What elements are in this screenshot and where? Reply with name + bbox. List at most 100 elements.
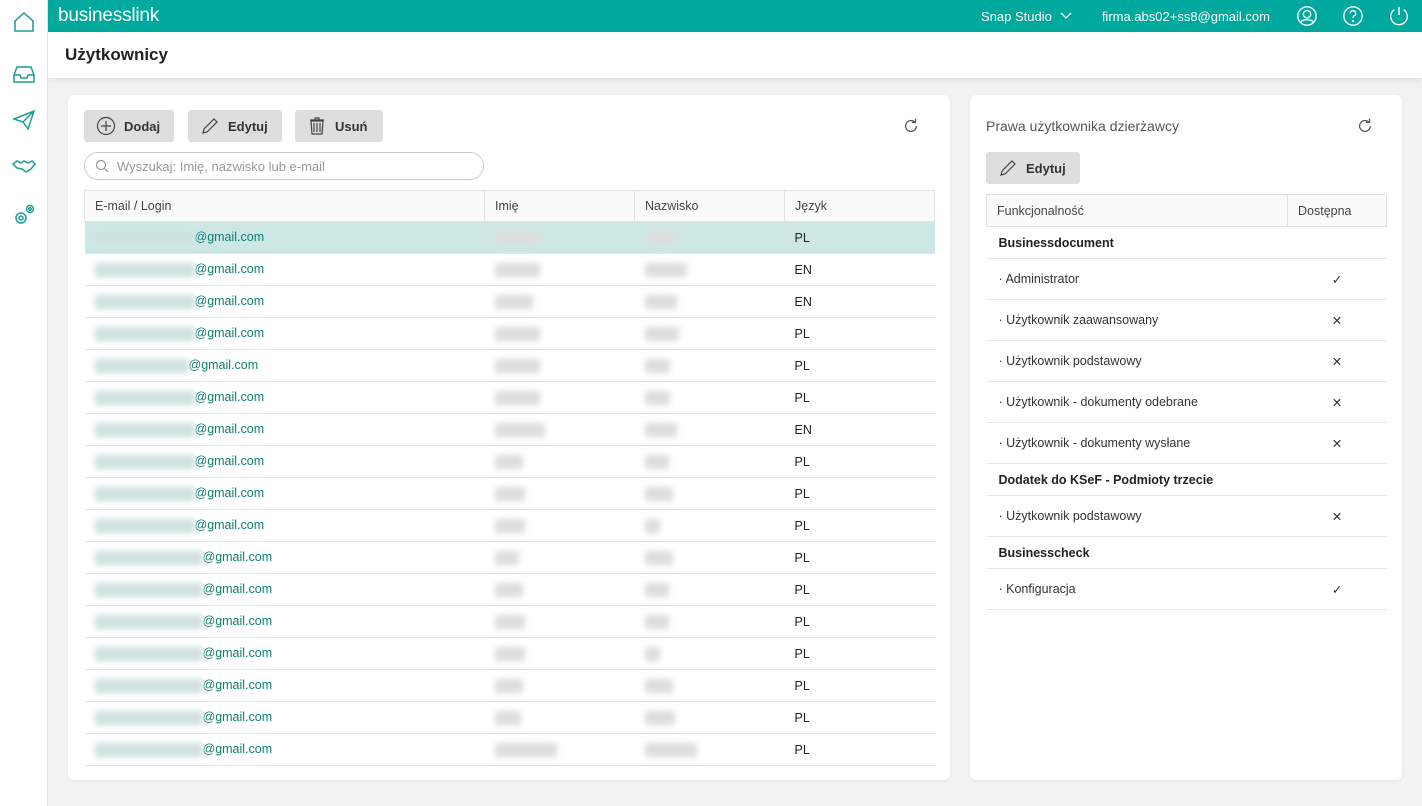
first-name-cell [484, 381, 635, 414]
email-cell[interactable]: @gmail.com [84, 317, 485, 350]
email-domain: @gmail.com [202, 742, 273, 757]
redacted-first-name [494, 262, 540, 277]
email-cell[interactable]: @gmail.com [84, 509, 485, 542]
table-row[interactable]: @gmail.com PL [84, 637, 935, 670]
email-cell[interactable]: @gmail.com [84, 445, 485, 478]
settings-icon[interactable] [12, 203, 36, 227]
email-cell[interactable]: @gmail.com [84, 669, 485, 702]
email-cell[interactable]: @gmail.com [84, 253, 485, 286]
handshake-icon[interactable] [12, 155, 36, 179]
table-row[interactable]: @gmail.com PL [84, 573, 935, 606]
cross-icon: ✕ [1287, 340, 1387, 382]
group-row: Businesscheck [986, 536, 1387, 569]
redacted-first-name [494, 550, 519, 565]
home-icon[interactable] [12, 10, 36, 34]
rights-title: Prawa użytkownika dzierżawcy [986, 118, 1179, 134]
users-table: E-mail / Login Imię Nazwisko Język @gmai… [84, 190, 935, 766]
redacted-first-name [494, 230, 540, 245]
email-cell[interactable]: @gmail.com [84, 701, 485, 734]
refresh-icon[interactable] [902, 117, 920, 135]
search-input[interactable] [117, 158, 457, 174]
redacted-first-name [494, 422, 545, 437]
table-row[interactable]: @gmail.com PL [84, 349, 935, 382]
email-cell[interactable]: @gmail.com [84, 733, 485, 766]
col-first-name[interactable]: Imię [484, 190, 635, 222]
edit-button[interactable]: Edytuj [188, 110, 282, 142]
email-cell[interactable]: @gmail.com [84, 381, 485, 414]
table-row[interactable]: @gmail.com PL [84, 381, 935, 414]
table-row[interactable]: @gmail.com PL [84, 445, 935, 478]
col-email[interactable]: E-mail / Login [84, 190, 485, 222]
group-row: Businessdocument [986, 226, 1387, 259]
send-icon[interactable] [12, 108, 36, 132]
first-name-cell [484, 573, 635, 606]
table-row[interactable]: @gmail.com EN [84, 285, 935, 318]
redacted-last-name [644, 230, 677, 245]
permission-label: · Użytkownik - dokumenty wysłane [986, 422, 1288, 464]
email-cell[interactable]: @gmail.com [84, 637, 485, 670]
first-name-cell [484, 701, 635, 734]
table-row[interactable]: @gmail.com PL [84, 317, 935, 350]
email-cell[interactable]: @gmail.com [84, 477, 485, 510]
col-last-name[interactable]: Nazwisko [634, 190, 785, 222]
redacted-email [94, 614, 203, 629]
table-row[interactable]: @gmail.com PL [84, 221, 935, 254]
redacted-email [94, 230, 195, 245]
studio-selector[interactable]: Snap Studio [981, 9, 1072, 24]
last-name-cell [634, 733, 785, 766]
email-cell[interactable]: @gmail.com [84, 221, 485, 254]
redacted-last-name [644, 678, 673, 693]
refresh-icon[interactable] [1356, 117, 1374, 135]
redacted-last-name [644, 486, 673, 501]
power-icon[interactable] [1388, 5, 1410, 27]
email-domain: @gmail.com [202, 710, 273, 725]
logo[interactable]: businesslink [58, 5, 159, 27]
language-cell: PL [784, 637, 935, 670]
first-name-cell [484, 349, 635, 382]
redacted-email [94, 678, 203, 693]
email-cell[interactable]: @gmail.com [84, 413, 485, 446]
email-cell[interactable]: @gmail.com [84, 349, 485, 382]
add-button[interactable]: Dodaj [84, 110, 174, 142]
email-cell[interactable]: @gmail.com [84, 541, 485, 574]
last-name-cell [634, 221, 785, 254]
last-name-cell [634, 285, 785, 318]
cross-icon: ✕ [1287, 495, 1387, 537]
table-row[interactable]: @gmail.com PL [84, 701, 935, 734]
last-name-cell [634, 381, 785, 414]
email-domain: @gmail.com [202, 646, 273, 661]
language-cell: PL [784, 701, 935, 734]
permission-label: · Użytkownik - dokumenty odebrane [986, 381, 1288, 423]
first-name-cell [484, 477, 635, 510]
table-row[interactable]: @gmail.com EN [84, 253, 935, 286]
table-row[interactable]: @gmail.com PL [84, 541, 935, 574]
delete-button[interactable]: Usuń [295, 110, 383, 142]
language-cell: PL [784, 221, 935, 254]
col-available: Dostępna [1287, 194, 1387, 227]
inbox-icon[interactable] [12, 62, 36, 86]
redacted-first-name [494, 486, 525, 501]
last-name-cell [634, 701, 785, 734]
studio-name: Snap Studio [980, 8, 1052, 24]
last-name-cell [634, 541, 785, 574]
table-row[interactable]: @gmail.com EN [84, 413, 935, 446]
rights-edit-button[interactable]: Edytuj [986, 152, 1080, 184]
table-row[interactable]: @gmail.com PL [84, 605, 935, 638]
table-row[interactable]: @gmail.com PL [84, 669, 935, 702]
help-icon[interactable] [1342, 5, 1364, 27]
email-cell[interactable]: @gmail.com [84, 573, 485, 606]
language-cell: PL [784, 669, 935, 702]
redacted-last-name [644, 550, 673, 565]
redacted-last-name [644, 710, 675, 725]
email-cell[interactable]: @gmail.com [84, 605, 485, 638]
table-row[interactable]: @gmail.com PL [84, 733, 935, 766]
permission-row: · Użytkownik - dokumenty wysłane ✕ [986, 422, 1387, 464]
table-row[interactable]: @gmail.com PL [84, 477, 935, 510]
permission-label: · Użytkownik podstawowy [986, 340, 1288, 382]
first-name-cell [484, 285, 635, 318]
table-row[interactable]: @gmail.com PL [84, 509, 935, 542]
email-cell[interactable]: @gmail.com [84, 285, 485, 318]
col-language[interactable]: Język [784, 190, 935, 222]
redacted-email [94, 582, 203, 597]
user-icon[interactable] [1296, 5, 1318, 27]
